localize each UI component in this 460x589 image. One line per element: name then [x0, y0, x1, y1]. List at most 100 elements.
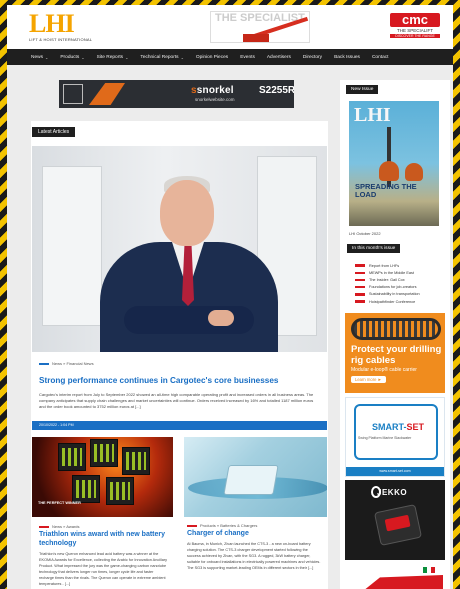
battery-graphic	[58, 443, 86, 471]
nav-item-events[interactable]: Events	[240, 55, 255, 60]
igus-ad[interactable]: Protect your drilling rig cables Modular…	[345, 313, 445, 393]
logo-subtitle: LIFT & HOIST INTERNATIONAL	[29, 37, 93, 42]
frame-graphic	[354, 404, 438, 460]
issue-item[interactable]: Foundations for job-creators	[355, 284, 420, 291]
issue-item[interactable]: Sustainability in transportation	[355, 291, 420, 298]
cover-caption[interactable]: LHI October 2022	[349, 231, 381, 236]
nav-label: Products	[60, 54, 80, 60]
site-header: LHI LIFT & HOIST INTERNATIONAL THE SPECI…	[7, 5, 453, 49]
issue-item[interactable]: MEWPs in the Middle East	[355, 269, 420, 276]
battery-graphic	[106, 477, 134, 505]
logo-mark: LHI	[29, 9, 75, 38]
new-issue-label: New Issue	[346, 85, 379, 94]
italian-ad[interactable]	[345, 565, 445, 589]
issue-item-label: MEWPs in the Middle East	[369, 270, 414, 275]
issue-item-label: Report from LHFs	[369, 263, 400, 268]
nav-label: Events	[240, 54, 255, 60]
italy-flag-icon	[423, 567, 435, 573]
category-bar-icon	[39, 362, 49, 365]
cover-headline: SPREADING THE LOAD	[355, 182, 417, 199]
nav-item-back-issues[interactable]: Back Issues	[334, 55, 360, 60]
smart-set-logo-a: SMART	[372, 422, 404, 432]
nav-item-contact[interactable]: Contact	[372, 55, 389, 60]
red-bar-icon	[355, 285, 365, 289]
section-label: Latest Articles	[32, 127, 76, 137]
issue-item[interactable]: The Insider: Gail Cox	[355, 276, 420, 283]
cmc-ad[interactable]: cmc THE SPECIALIFT DISCOVER THE RANGE	[390, 13, 440, 38]
nav-item-site-reports[interactable]: Site Reports ⌄	[97, 55, 129, 60]
top-banner-ad[interactable]: THE SPECIALIST	[210, 11, 310, 43]
smart-set-ad[interactable]: SMART-SET Swing Platform Marine Slackwat…	[345, 397, 445, 477]
snorkel-website: snorkelwebsite.com	[195, 97, 235, 102]
igus-ad-subtitle: Modular e-loop® cable carrier	[351, 367, 417, 373]
issue-list: Report from LHFs MEWPs in the Middle Eas…	[355, 262, 420, 305]
chevron-down-icon: ⌄	[45, 54, 49, 60]
snorkel-banner-ad[interactable]: ssnorkel S2255RTE snorkelwebsite.com	[59, 80, 294, 108]
main-article-title[interactable]: Strong performance continues in Cargotec…	[39, 376, 278, 385]
red-bar-icon	[355, 278, 365, 282]
snorkel-logo-text: snorkel	[196, 85, 234, 96]
battery-cells-graphic	[62, 448, 82, 466]
issue-item[interactable]: Report from LHFs	[355, 262, 420, 269]
category-text: Products » Batteries & Chargers	[200, 523, 258, 528]
card1-image[interactable]: THE PERFECT WINNER	[32, 437, 173, 517]
battery-graphic	[122, 447, 150, 475]
category-bar-icon	[187, 524, 197, 527]
crane-base-graphic	[243, 34, 269, 42]
nav-item-directory[interactable]: Directory	[303, 55, 322, 60]
red-bar-icon	[355, 264, 365, 267]
nav-label: Site Reports	[96, 54, 124, 60]
cover-masthead: LHI	[354, 104, 391, 126]
nav-label: Contact	[371, 54, 389, 60]
chevron-down-icon: ⌄	[125, 54, 129, 60]
product-box-graphic	[63, 84, 83, 104]
snorkel-logo: ssnorkel	[191, 85, 234, 96]
nav-label: Technical Reports	[140, 54, 179, 60]
card1-image-label: THE PERFECT WINNER	[38, 501, 81, 505]
main-article-excerpt: Cargotec's interim report from July to S…	[39, 392, 314, 409]
red-bar-icon	[355, 300, 365, 303]
issue-item-label: The Insider: Gail Cox	[369, 277, 405, 282]
hand-graphic	[208, 310, 234, 326]
issue-label: In this month's issue	[347, 244, 401, 253]
model-number: S2255RTE	[259, 85, 294, 96]
category-text: News » Awards	[52, 524, 80, 529]
cmc-tagline: DISCOVER THE RANGE	[390, 34, 440, 38]
card2-category[interactable]: Products » Batteries & Chargers	[187, 523, 257, 528]
main-article-image[interactable]	[32, 146, 327, 352]
card2-title[interactable]: Charger of change	[187, 530, 249, 537]
head-graphic	[160, 180, 214, 246]
cmc-subtitle: THE SPECIALIFT	[396, 28, 433, 33]
load-graphic	[379, 161, 399, 181]
nav-item-advertisers[interactable]: Advertisers	[267, 55, 291, 60]
issue-item-label: Foundations for job-creators	[369, 285, 417, 290]
site-logo[interactable]: LHI LIFT & HOIST INTERNATIONAL	[29, 9, 93, 43]
card1-title[interactable]: Triathlon wins award with new battery te…	[39, 531, 169, 548]
red-bar-icon	[355, 271, 365, 275]
charger-graphic	[223, 465, 279, 495]
issue-item[interactable]: Hoistpathfinder Conference	[355, 298, 420, 305]
jekko-ad[interactable]: JEKKO	[345, 480, 445, 560]
nav-item-technical-reports[interactable]: Technical Reports ⌄	[140, 55, 184, 60]
main-article-category[interactable]: News » Financial News	[39, 361, 94, 366]
battery-cells-graphic	[76, 480, 96, 498]
nav-item-products[interactable]: Products ⌄	[60, 55, 84, 60]
latest-articles: Latest Articles News » Financial News St…	[31, 121, 328, 589]
issue-item-label: Hoistpathfinder Conference	[369, 299, 416, 304]
smart-set-logo-b: SET	[406, 422, 425, 432]
red-bar-icon	[355, 293, 365, 296]
magazine-cover[interactable]: LHI SPREADING THE LOAD	[349, 101, 439, 226]
learn-more-button[interactable]: Learn more ►	[351, 376, 386, 383]
card2-image[interactable]	[184, 437, 327, 517]
battery-cells-graphic	[126, 452, 146, 470]
category-bar-icon	[39, 525, 49, 528]
lift-graphic	[89, 83, 125, 105]
igus-ad-title: Protect your drilling rig cables	[351, 344, 442, 366]
card1-category[interactable]: News » Awards	[39, 524, 80, 529]
nav-item-opinion-pieces[interactable]: Opinion Pieces	[196, 55, 228, 60]
nav-label: Back Issues	[334, 54, 360, 60]
nav-label: News	[31, 54, 43, 60]
nav-item-news[interactable]: News ⌄	[31, 55, 48, 60]
page: LHI LIFT & HOIST INTERNATIONAL THE SPECI…	[7, 5, 453, 589]
smart-set-url[interactable]: www.smart-set.com	[346, 467, 444, 476]
